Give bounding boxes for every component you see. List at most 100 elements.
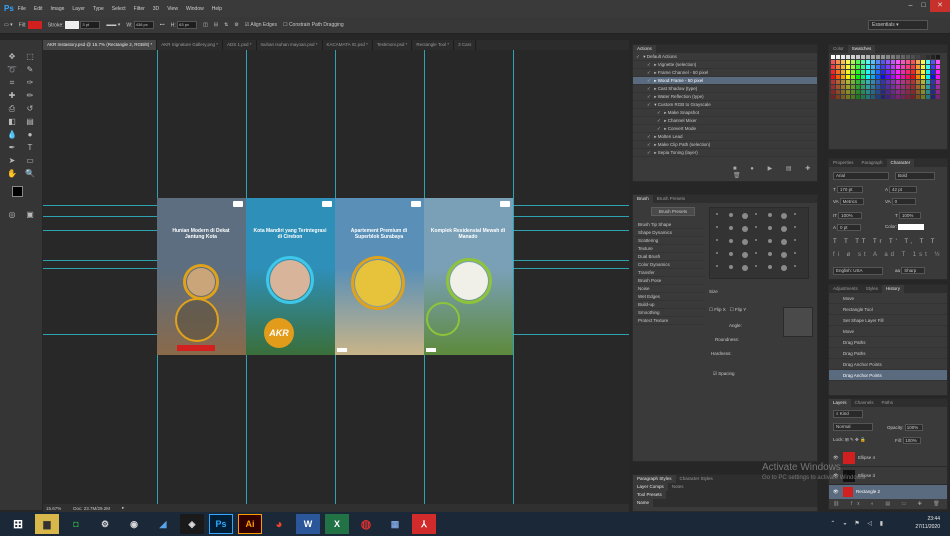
history-item[interactable]: Set Shape Layer Fill	[829, 315, 947, 326]
history-brush-tool-icon[interactable]: ↺	[22, 104, 38, 114]
story-card-1[interactable]: Hunian Modern di Dekat Jantung Kota	[157, 198, 246, 355]
swatch[interactable]	[896, 65, 900, 69]
swatch[interactable]	[841, 55, 845, 59]
swatch[interactable]	[911, 80, 915, 84]
swatch[interactable]	[871, 55, 875, 59]
swatch[interactable]	[906, 95, 910, 99]
swatch[interactable]	[926, 80, 930, 84]
swatch[interactable]	[916, 75, 920, 79]
stroke-color-swatch[interactable]	[65, 21, 80, 29]
menu-3d[interactable]: 3D	[153, 6, 159, 12]
brush-tip-swatch[interactable]	[781, 226, 787, 232]
tab-ads-1[interactable]: ADS 1.psd *	[222, 40, 257, 50]
swatch[interactable]	[896, 70, 900, 74]
swatch[interactable]	[926, 55, 930, 59]
canvas-area[interactable]: Hunian Modern di Dekat Jantung Kota Kota…	[43, 50, 629, 504]
swatch[interactable]	[831, 75, 835, 79]
brush-setting-item[interactable]: Shape Dynamics	[635, 229, 705, 237]
swatch[interactable]	[911, 70, 915, 74]
action-item[interactable]: ✓ ▸ Make Snapshot	[633, 109, 817, 117]
swatch[interactable]	[891, 85, 895, 89]
marquee-tool-icon[interactable]: ⬚	[22, 52, 38, 62]
swatch[interactable]	[906, 60, 910, 64]
swatch[interactable]	[931, 65, 935, 69]
brush-setting-item[interactable]: Brush Tip Shape	[635, 221, 705, 229]
tab-paragraph[interactable]: Paragraph	[858, 159, 887, 167]
swatch[interactable]	[916, 60, 920, 64]
eraser-tool-icon[interactable]: ◧	[4, 117, 20, 127]
swatch[interactable]	[931, 55, 935, 59]
settings-gear-icon[interactable]: ⚙	[234, 22, 238, 28]
tab-paths[interactable]: Paths	[878, 399, 898, 407]
tab-adjustments[interactable]: Adjustments	[829, 285, 862, 293]
swatch[interactable]	[936, 75, 940, 79]
brush-tip-swatch[interactable]	[768, 252, 772, 256]
action-item[interactable]: ✓ ▾ Custom RGB to Grayscale	[633, 101, 817, 109]
action-item[interactable]: ✓ ▾ Default Actions	[633, 53, 817, 61]
tab-channels[interactable]: Channels	[851, 399, 878, 407]
swatch[interactable]	[846, 95, 850, 99]
brush-setting-item[interactable]: Wet Edges	[635, 293, 705, 301]
swatch[interactable]	[886, 70, 890, 74]
swatch[interactable]	[881, 65, 885, 69]
swatch[interactable]	[856, 85, 860, 89]
swatch[interactable]	[921, 95, 925, 99]
font-family-select[interactable]: Arial	[833, 172, 889, 180]
swatch[interactable]	[911, 55, 915, 59]
menu-filter[interactable]: Filter	[134, 6, 145, 12]
layer-name[interactable]: Ellipse 4	[858, 455, 875, 460]
swatch[interactable]	[906, 85, 910, 89]
menu-window[interactable]: Window	[186, 6, 204, 12]
brush-setting-item[interactable]: Smoothing	[635, 309, 705, 317]
action-item[interactable]: ✓ ▸ Frame Channel - 50 pixel	[633, 69, 817, 77]
history-item[interactable]: Rectangle Tool	[829, 304, 947, 315]
path-arrangement-icon[interactable]: ⇅	[224, 22, 228, 28]
swatch[interactable]	[881, 95, 885, 99]
flip-y-label[interactable]: Flip Y	[735, 307, 746, 312]
brush-setting-item[interactable]: Texture	[635, 245, 705, 253]
pen-tool-icon[interactable]: ✒	[4, 143, 20, 153]
swatch[interactable]	[906, 75, 910, 79]
action-item[interactable]: ✓ ▸ Vignette (selection)	[633, 61, 817, 69]
swatch[interactable]	[866, 55, 870, 59]
swatch[interactable]	[926, 70, 930, 74]
swatch[interactable]	[866, 85, 870, 89]
swatch[interactable]	[866, 90, 870, 94]
swatch[interactable]	[836, 60, 840, 64]
swatch[interactable]	[841, 95, 845, 99]
swatch[interactable]	[851, 70, 855, 74]
swatch[interactable]	[921, 60, 925, 64]
action-item[interactable]: ✓ ▸ Water Reflection (type)	[633, 93, 817, 101]
swatch[interactable]	[926, 65, 930, 69]
swatch[interactable]	[866, 80, 870, 84]
tab-character[interactable]: Character	[886, 159, 915, 167]
stroke-size-field[interactable]: 3 pt	[80, 21, 101, 29]
swatch-grid[interactable]	[831, 55, 940, 99]
brush-tip-swatch[interactable]	[716, 265, 718, 267]
brush-tip-swatch[interactable]	[742, 213, 748, 219]
swatch[interactable]	[936, 80, 940, 84]
brush-tip-swatch[interactable]	[716, 213, 718, 215]
brush-tip-swatch[interactable]	[781, 252, 787, 258]
swatch[interactable]	[846, 80, 850, 84]
vertical-scale-field[interactable]: 100%	[838, 212, 863, 219]
swatch[interactable]	[881, 55, 885, 59]
swatch[interactable]	[891, 75, 895, 79]
swatch[interactable]	[836, 75, 840, 79]
swatch[interactable]	[896, 55, 900, 59]
action-item[interactable]: ✓ ▸ Channel Mixer	[633, 117, 817, 125]
swatch[interactable]	[901, 90, 905, 94]
crop-tool-icon[interactable]: ⌗	[4, 78, 20, 88]
brush-tip-swatch[interactable]	[742, 239, 748, 245]
brush-tip-swatch[interactable]	[794, 239, 796, 241]
guide-vertical[interactable]	[513, 50, 514, 504]
swatch[interactable]	[891, 60, 895, 64]
brush-tip-swatch[interactable]	[729, 265, 733, 269]
brush-tip-swatch[interactable]	[794, 252, 796, 254]
swatch[interactable]	[936, 55, 940, 59]
document-artboard[interactable]: Hunian Modern di Dekat Jantung Kota Kota…	[157, 198, 513, 355]
swatch[interactable]	[871, 60, 875, 64]
swatch[interactable]	[851, 55, 855, 59]
status-arrow-icon[interactable]: ▸	[122, 505, 124, 511]
align-edges-checkbox[interactable]: ☑ Align Edges	[245, 22, 277, 28]
